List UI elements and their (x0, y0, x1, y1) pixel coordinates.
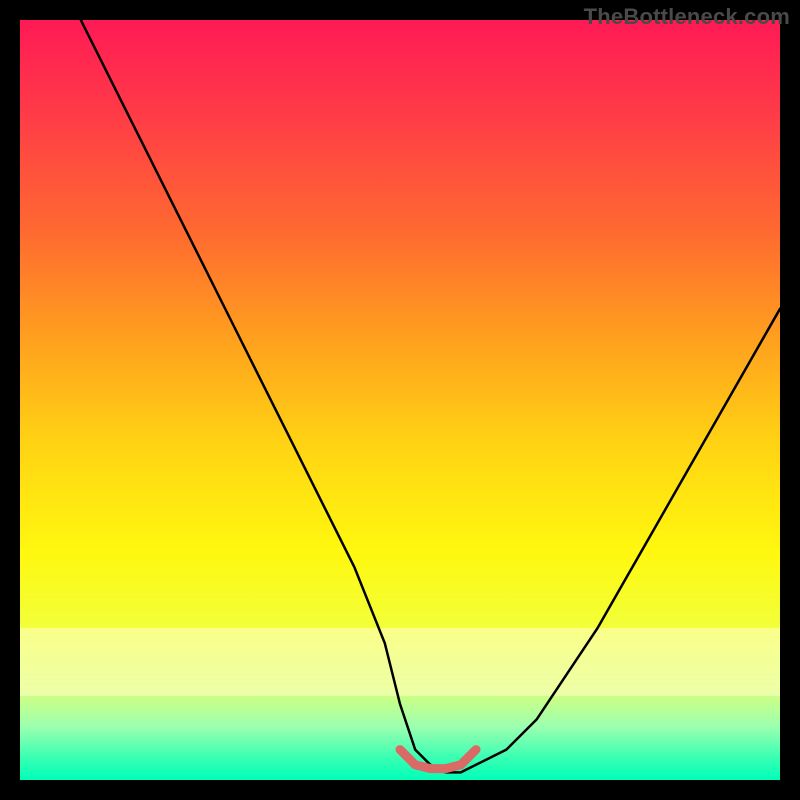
flat-minimum-path (400, 750, 476, 769)
watermark-text: TheBottleneck.com (584, 4, 790, 30)
bottleneck-curve-path (81, 20, 780, 772)
chart-frame: TheBottleneck.com (0, 0, 800, 800)
plot-area (20, 20, 780, 780)
curve-layer (20, 20, 780, 780)
